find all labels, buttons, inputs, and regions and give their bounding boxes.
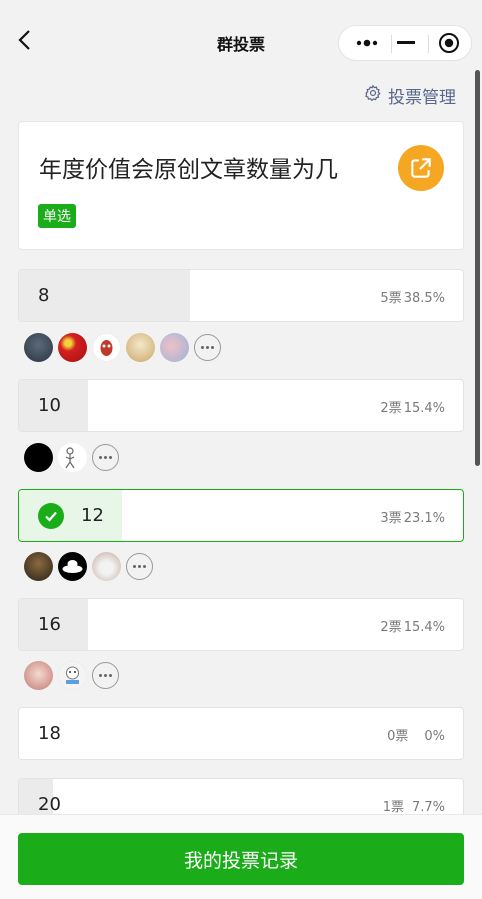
vote-percent: 7.7% — [411, 800, 445, 815]
close-target-icon[interactable] — [427, 26, 471, 60]
avatar[interactable] — [58, 552, 87, 581]
more-voters-icon[interactable] — [92, 662, 119, 689]
more-voters-icon[interactable] — [194, 334, 221, 361]
option-label: 10 — [38, 395, 61, 416]
more-menu-icon[interactable] — [345, 26, 389, 60]
vote-option-selected[interactable]: 12 3票 23.1% — [18, 489, 464, 542]
vote-percent: 38.5% — [403, 291, 445, 306]
navigation-bar: 群投票 — [0, 0, 482, 70]
more-voters-icon[interactable] — [92, 444, 119, 471]
vote-percent: 0% — [424, 729, 445, 744]
vote-count: 5票 — [380, 291, 402, 306]
more-voters-icon[interactable] — [126, 553, 153, 580]
option-stats: 3票 23.1% — [380, 507, 445, 526]
voter-avatars — [24, 661, 119, 691]
single-choice-badge: 单选 — [38, 204, 76, 228]
avatar[interactable] — [24, 661, 53, 690]
option-label: 18 — [38, 723, 61, 744]
avatar[interactable] — [24, 552, 53, 581]
vote-count: 2票 — [380, 401, 402, 416]
share-icon[interactable] — [398, 145, 444, 191]
avatar[interactable] — [58, 333, 87, 362]
option-stats: 2票 15.4% — [380, 397, 445, 416]
vote-progress-fill — [19, 490, 122, 541]
vote-count: 3票 — [380, 511, 402, 526]
option-stats: 2票 15.4% — [380, 616, 445, 635]
avatar[interactable] — [24, 443, 53, 472]
vote-manage-link[interactable]: 投票管理 — [364, 83, 456, 108]
avatar[interactable] — [126, 333, 155, 362]
voter-avatars — [24, 333, 221, 363]
vote-count: 2票 — [380, 620, 402, 635]
gear-icon — [364, 84, 382, 107]
avatar[interactable] — [58, 443, 87, 472]
option-label: 16 — [38, 614, 61, 635]
question-title: 年度价值会原创文章数量为几 — [39, 157, 338, 183]
vote-manage-label: 投票管理 — [388, 88, 456, 108]
option-label: 12 — [81, 505, 104, 526]
my-vote-records-button[interactable]: 我的投票记录 — [18, 833, 464, 885]
voter-avatars — [24, 552, 153, 582]
vote-percent: 23.1% — [403, 511, 445, 526]
option-label: 20 — [38, 794, 61, 815]
minimize-icon[interactable] — [384, 26, 428, 60]
option-label: 8 — [38, 285, 50, 306]
avatar[interactable] — [58, 661, 87, 690]
vote-option[interactable]: 8 5票 38.5% — [18, 269, 464, 322]
question-card: 年度价值会原创文章数量为几 单选 — [18, 121, 464, 250]
bottom-bar: 我的投票记录 — [0, 814, 482, 899]
avatar[interactable] — [160, 333, 189, 362]
option-stats: 5票 38.5% — [380, 287, 445, 306]
vote-count: 1票 — [382, 800, 404, 815]
vote-option[interactable]: 16 2票 15.4% — [18, 598, 464, 651]
vote-count: 0票 — [387, 729, 409, 744]
avatar[interactable] — [24, 333, 53, 362]
vote-percent: 15.4% — [403, 620, 445, 635]
option-stats: 0票 0% — [387, 725, 445, 744]
vote-option[interactable]: 18 0票 0% — [18, 707, 464, 760]
voter-avatars — [24, 443, 119, 473]
vote-option[interactable]: 10 2票 15.4% — [18, 379, 464, 432]
avatar[interactable] — [92, 552, 121, 581]
capsule-menu — [338, 25, 472, 61]
check-icon — [38, 503, 64, 529]
option-stats: 1票 7.7% — [383, 796, 445, 815]
avatar[interactable] — [92, 333, 121, 362]
scrollbar[interactable] — [475, 70, 480, 466]
vote-percent: 15.4% — [403, 401, 445, 416]
